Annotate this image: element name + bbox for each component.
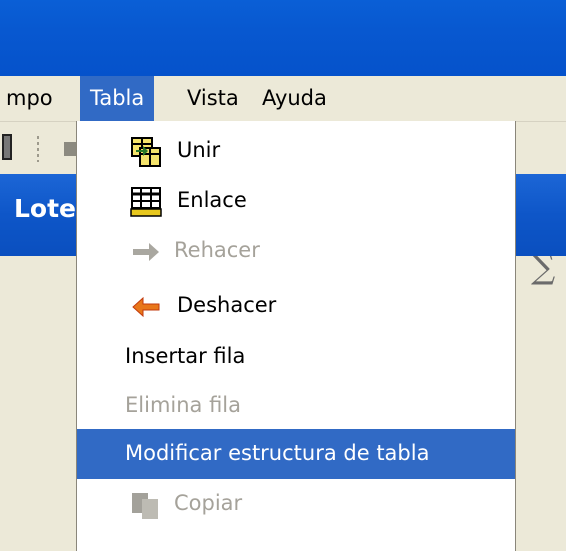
menu-item-label: Modificar estructura de tabla <box>125 441 430 465</box>
menu-item-unir[interactable]: Unir <box>77 126 515 176</box>
window-titlebar <box>0 0 566 76</box>
menu-tabla[interactable]: Tabla <box>80 76 155 121</box>
menu-vista[interactable]: Vista <box>177 76 249 121</box>
menu-bar: mpo Tabla Vista Ayuda <box>0 76 566 122</box>
menu-item-label: Elimina fila <box>125 393 242 417</box>
menu-item-rehacer[interactable]: Rehacer <box>77 226 515 276</box>
menu-item-insertar-fila[interactable]: Insertar fila <box>77 332 515 382</box>
menu-item-deshacer[interactable]: Deshacer <box>77 281 515 331</box>
link-table-icon <box>130 187 162 217</box>
menu-item-label: Rehacer <box>174 238 260 262</box>
menu-item-elimina-fila[interactable]: Elimina fila <box>77 381 515 431</box>
menu-item-label: Copiar <box>174 491 243 515</box>
tabla-dropdown-menu: Unir Enlace Rehacer Deshacer Insertar fi… <box>76 121 516 551</box>
menu-item-copiar[interactable]: Copiar <box>77 479 515 529</box>
menu-ayuda[interactable]: Ayuda <box>252 76 337 121</box>
menu-campo[interactable]: mpo <box>0 76 63 121</box>
menu-item-enlace[interactable]: Enlace <box>77 176 515 226</box>
menu-item-label: Insertar fila <box>125 344 246 368</box>
menu-item-modificar-estructura[interactable]: Modificar estructura de tabla <box>77 429 515 479</box>
menu-item-label: Unir <box>177 138 221 162</box>
toolbar-partial-icons[interactable] <box>0 130 76 166</box>
menu-item-label: Enlace <box>177 188 247 212</box>
menu-item-label: Deshacer <box>177 293 277 317</box>
copy-icon <box>132 493 158 519</box>
merge-table-icon <box>131 137 161 167</box>
redo-arrow-icon <box>133 243 159 261</box>
undo-arrow-icon <box>132 296 160 318</box>
panel-title: Lote <box>14 194 77 223</box>
